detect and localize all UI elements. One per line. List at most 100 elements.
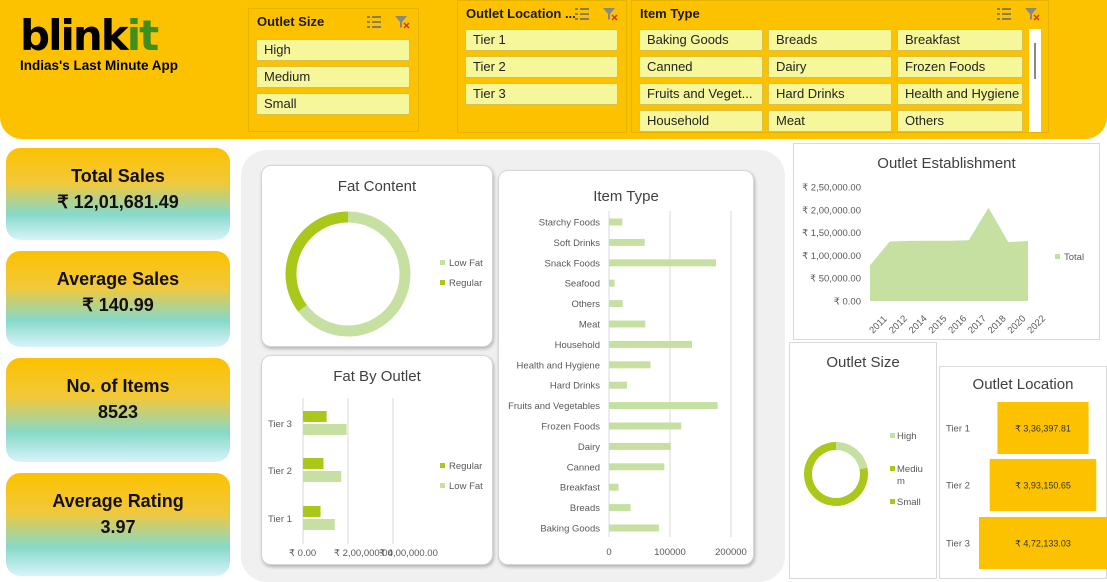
category-label: Meat <box>579 320 600 331</box>
bar-item-type <box>609 381 627 389</box>
tick-label: ₹ 50,000.00 <box>810 274 861 285</box>
card-outlet-size: Outlet Size High Mediu m Small <box>789 342 937 579</box>
bar-low-fat <box>303 424 347 435</box>
bar-item-type <box>609 320 646 328</box>
slicer-title: Outlet Location ... <box>466 6 576 21</box>
kpi-value: 3.97 <box>100 517 136 537</box>
legend-label: High <box>897 431 917 442</box>
slicer-item[interactable]: Frozen Foods <box>897 56 1023 78</box>
slicer-item[interactable]: Fruits and Veget... <box>639 83 763 105</box>
data-label: ₹ 3,93,150.65 <box>1015 481 1071 491</box>
outlet-establishment-chart: ₹ 0.00 ₹ 50,000.00 ₹ 1,00,000.00 ₹ 1,50,000… <box>802 183 1084 337</box>
category-label: Canned <box>567 462 600 473</box>
tick-label: ₹ 1,00,000.00 <box>802 251 861 262</box>
bar-item-type <box>609 279 615 287</box>
multi-select-icon[interactable] <box>366 15 382 29</box>
legend-label: Mediu <box>897 464 923 475</box>
slicer-item[interactable]: Dairy <box>768 56 892 78</box>
bar-low-fat <box>303 519 335 530</box>
category-label: Frozen Foods <box>541 422 600 433</box>
slicer-item[interactable]: Household <box>639 110 763 132</box>
category-label: Snack Foods <box>545 258 601 269</box>
category-label: Seafood <box>565 279 600 290</box>
card-fat-content: Fat Content Low Fat Regular <box>261 165 493 347</box>
outlet-location-chart: Tier 1 ₹ 3,36,397.81 Tier 2 ₹ 3,93,150.65 Ti… <box>946 402 1107 569</box>
brand-tagline: Indias's Last Minute App <box>20 58 178 73</box>
bar-item-type <box>609 340 692 348</box>
slicer-item[interactable]: Medium <box>256 66 410 88</box>
kpi-value: ₹ 140.99 <box>82 295 154 315</box>
slicer-title: Outlet Size <box>257 14 325 29</box>
bar-item-type <box>609 483 619 491</box>
category-label: Breakfast <box>560 483 600 494</box>
tick-label: ₹ 1,50,000.00 <box>802 228 861 239</box>
legend-label: Regular <box>449 278 482 289</box>
multi-select-icon[interactable] <box>574 7 590 21</box>
bar-item-type <box>609 361 651 369</box>
slicer-item[interactable]: Breakfast <box>897 29 1023 51</box>
slicer-item[interactable]: Health and Hygiene <box>897 83 1023 105</box>
card-fat-by-outlet: Fat By Outlet Tier 1 Tier 2 Tier 3 ₹ 0.00 ₹ … <box>261 355 493 565</box>
tick-label: 2012 <box>887 313 910 336</box>
category-label: Tier 1 <box>946 424 970 435</box>
slicer-item[interactable]: Tier 3 <box>465 83 618 105</box>
scrollbar-thumb[interactable] <box>1034 43 1036 79</box>
category-label: Tier 3 <box>268 419 292 430</box>
clear-filter-icon[interactable] <box>394 15 410 29</box>
tick-label: 2018 <box>986 313 1009 336</box>
kpi-total-sales: Total Sales ₹ 12,01,681.49 <box>6 148 230 240</box>
bar-item-type <box>609 442 671 450</box>
card-outlet-location: Outlet Location Tier 1 ₹ 3,36,397.81 Tier … <box>939 366 1107 579</box>
card-outlet-establishment: Outlet Establishment ₹ 0.00 ₹ 50,000.00 ₹ … <box>793 143 1100 340</box>
category-label: Health and Hygiene <box>517 360 600 371</box>
kpi-label: Average Sales <box>56 269 180 289</box>
bar-item-type <box>609 504 631 512</box>
category-label: Others <box>571 299 600 310</box>
kpi-value: 8523 <box>97 402 139 422</box>
slicer-item[interactable]: Breads <box>768 29 892 51</box>
category-label: Tier 2 <box>268 466 292 477</box>
slicer-item[interactable]: Small <box>256 93 410 115</box>
slicer-item[interactable]: Canned <box>639 56 763 78</box>
outlet-size-chart: High Medium Small <box>804 431 923 508</box>
bar-item-type <box>609 402 718 410</box>
tick-label: ₹ 2,50,000.00 <box>802 183 861 194</box>
category-label: Breads <box>570 503 600 514</box>
slicer-scrollbar[interactable] <box>1029 29 1041 132</box>
slicer-item[interactable]: High <box>256 39 410 61</box>
legend-swatch <box>440 483 445 488</box>
bar-item-type <box>609 238 645 246</box>
clear-filter-icon[interactable] <box>1024 7 1040 21</box>
card-item-type: Item Type Starchy Foods Soft Drinks Snack … <box>498 170 754 565</box>
donut-slice <box>298 211 411 337</box>
kpi-average-sales: Average Sales ₹ 140.99 <box>6 251 230 347</box>
tick-label: ₹ 4,00,000.00 <box>379 548 438 559</box>
slicer-item[interactable]: Hard Drinks <box>768 83 892 105</box>
kpi-label: Total Sales <box>71 166 165 186</box>
slicer-outlet-size: Outlet Size High Medium Small <box>248 8 419 132</box>
kpi-label: Average Rating <box>52 491 184 511</box>
kpi-average-rating: Average Rating 3.97 <box>6 473 230 576</box>
kpi-value: ₹ 12,01,681.49 <box>57 192 179 212</box>
slicer-item[interactable]: Tier 1 <box>465 29 618 51</box>
slicer-item[interactable]: Meat <box>768 110 892 132</box>
bar-regular <box>303 411 327 422</box>
clear-filter-icon[interactable] <box>602 7 618 21</box>
legend-label: Low Fat <box>449 481 483 492</box>
slicer-item[interactable]: Tier 2 <box>465 56 618 78</box>
slicer-item[interactable]: Others <box>897 110 1023 132</box>
slicer-item[interactable]: Baking Goods <box>639 29 763 51</box>
category-label: Tier 2 <box>946 481 970 492</box>
slicer-title: Item Type <box>640 6 700 21</box>
legend-swatch <box>440 463 445 468</box>
legend-swatch <box>440 280 445 285</box>
multi-select-icon[interactable] <box>996 7 1012 21</box>
data-label: ₹ 3,36,397.81 <box>1015 424 1071 434</box>
bar-item-type <box>609 300 623 308</box>
legend-swatch <box>890 466 895 471</box>
legend-swatch <box>440 260 445 265</box>
category-label: Fruits and Vegetables <box>508 401 600 412</box>
category-label: Household <box>555 340 600 351</box>
kpi-label: No. of Items <box>66 376 170 396</box>
tick-label: 200000 <box>715 547 747 558</box>
